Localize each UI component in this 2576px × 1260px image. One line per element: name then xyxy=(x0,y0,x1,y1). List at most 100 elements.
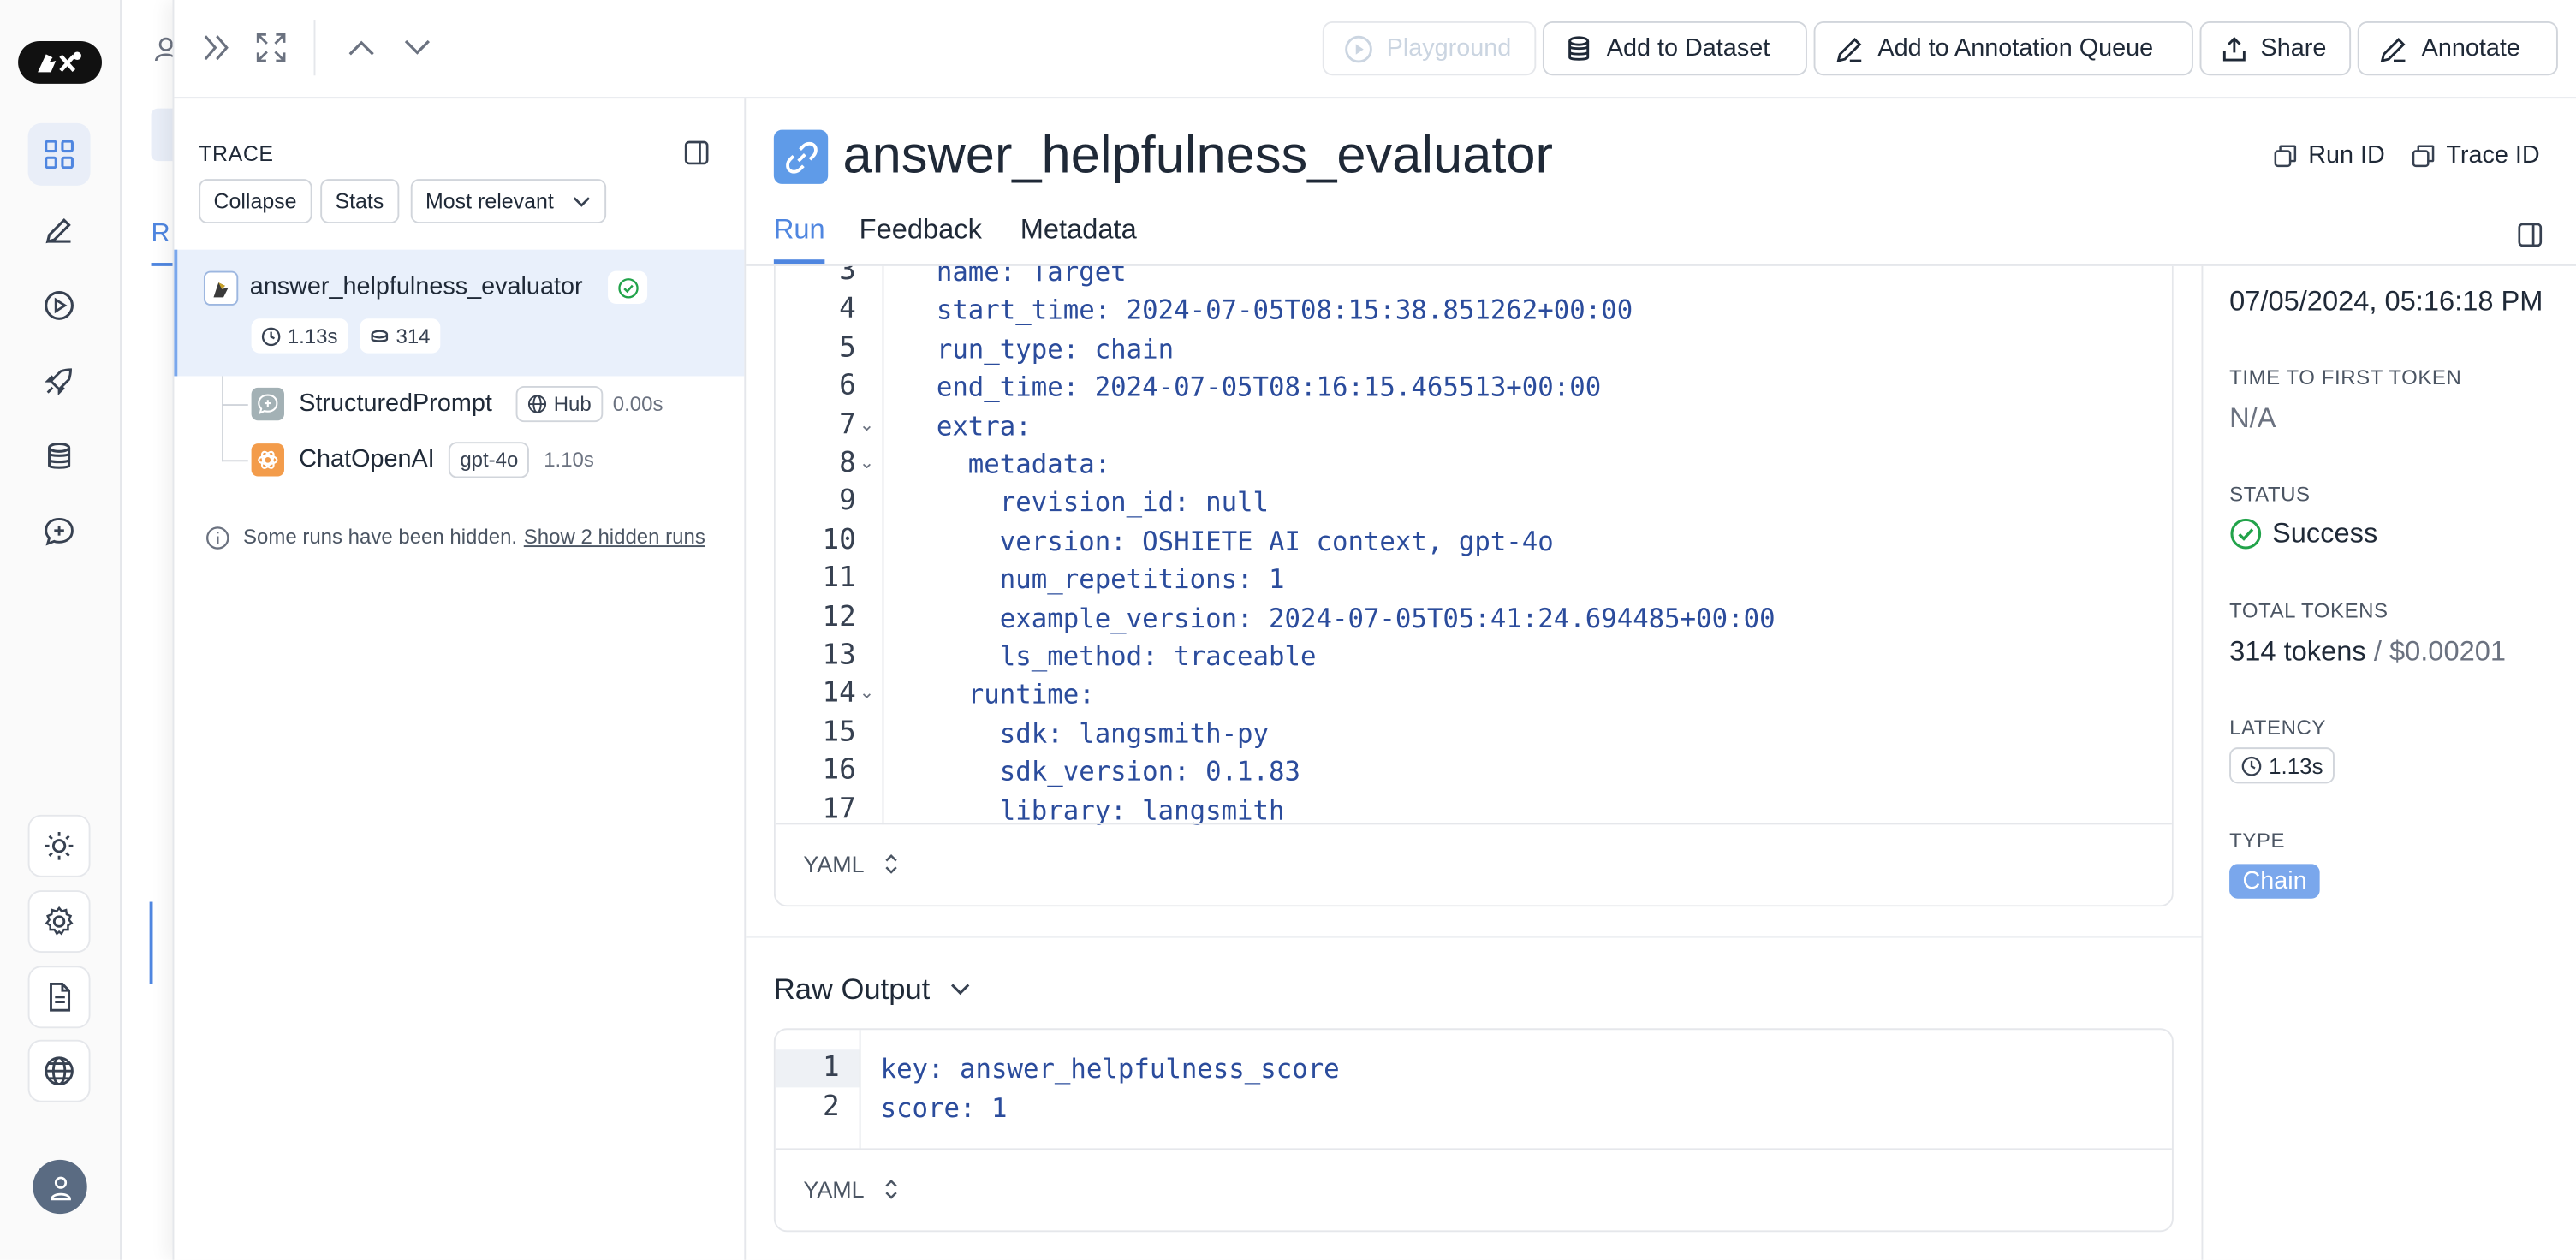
line-number: 4 xyxy=(839,293,856,326)
input-format-select[interactable]: YAML xyxy=(803,851,898,877)
status-value: Success xyxy=(2229,517,2377,550)
code-line: ls_method: traceable xyxy=(936,640,1317,672)
trace-row-root[interactable]: answer_helpfulness_evaluator 1.13s 314 xyxy=(174,249,745,377)
prompts-nav[interactable] xyxy=(28,199,91,261)
tab-run[interactable]: Run xyxy=(774,213,825,246)
type-label: TYPE xyxy=(2229,829,2286,853)
deployments-nav[interactable] xyxy=(28,350,91,413)
trace-row-child[interactable]: ChatOpenAI gpt-4o 1.10s xyxy=(248,438,741,484)
fold-chevron-icon[interactable]: ⌄ xyxy=(860,682,875,704)
openai-icon xyxy=(258,450,278,469)
latency-value: 1.13s xyxy=(2269,752,2323,778)
tree-connector xyxy=(222,404,248,406)
next-run-button[interactable] xyxy=(401,36,433,59)
copy-trace-id-button[interactable]: Trace ID xyxy=(2412,141,2540,169)
add-to-dataset-button[interactable]: Add to Dataset xyxy=(1542,21,1807,76)
line-number: 7 xyxy=(839,408,856,442)
datasets-nav[interactable] xyxy=(28,425,91,488)
code-line: runtime: xyxy=(936,679,1095,710)
child-latency: 0.00s xyxy=(612,392,663,416)
chat-plus-icon xyxy=(258,394,278,415)
background-page: R xyxy=(122,0,177,1260)
fold-chevron-icon[interactable]: ⌄ xyxy=(860,413,875,435)
docs-button[interactable] xyxy=(27,966,91,1029)
user-icon xyxy=(50,1175,70,1200)
settings-button[interactable] xyxy=(27,890,91,954)
type-value: Chain xyxy=(2242,867,2307,895)
add-to-annotation-queue-button[interactable]: Add to Annotation Queue xyxy=(1813,21,2193,76)
trace-id-label: Trace ID xyxy=(2446,141,2540,169)
dashboard-nav[interactable] xyxy=(27,122,91,186)
chevron-down-icon xyxy=(573,196,590,206)
code-line: revision_id: null xyxy=(936,486,1270,519)
raw-output-toggle[interactable]: Raw Output xyxy=(774,972,971,1007)
add-to-annotation-queue-label: Add to Annotation Queue xyxy=(1877,34,2154,62)
annotation-nav[interactable] xyxy=(28,501,91,563)
line-number: 13 xyxy=(822,639,856,672)
annotate-label: Annotate xyxy=(2421,34,2520,62)
toggle-trace-panel-button[interactable] xyxy=(683,140,710,166)
parrot-tools-icon xyxy=(37,51,81,73)
run-drawer: Playground Add to Dataset Add to Annotat… xyxy=(172,0,2576,1260)
code-line: example_version: 2024-07-05T05:41:24.694… xyxy=(936,602,1776,633)
output-code-block[interactable]: 1 key: answer_helpfulness_score 2 score: 1 … xyxy=(773,1028,2174,1233)
globe-icon xyxy=(527,395,547,413)
previous-run-button[interactable] xyxy=(345,36,378,59)
ttft-label: TIME TO FIRST TOKEN xyxy=(2229,366,2462,389)
copy-run-id-button[interactable]: Run ID xyxy=(2274,141,2385,169)
tree-connector xyxy=(222,460,248,462)
stats-label: Stats xyxy=(335,188,384,214)
line-number: 15 xyxy=(822,716,856,749)
trace-row-child[interactable]: StructuredPrompt Hub 0.00s xyxy=(248,383,741,429)
tab-metadata[interactable]: Metadata xyxy=(1020,213,1137,246)
coins-icon xyxy=(371,329,389,342)
run-title: answer_helpfulness_evaluator xyxy=(842,124,1554,184)
line-number: 3 xyxy=(839,265,856,288)
playground-button[interactable]: Playground xyxy=(1322,21,1537,76)
output-format-select[interactable]: YAML xyxy=(803,1176,898,1203)
sort-select[interactable]: Most relevant xyxy=(410,179,607,223)
collapse-label: Collapse xyxy=(213,188,297,214)
status-text: Success xyxy=(2271,517,2378,549)
chat-plus-icon xyxy=(45,517,74,546)
share-button[interactable]: Share xyxy=(2199,21,2352,76)
left-rail xyxy=(0,0,122,1260)
app-logo[interactable] xyxy=(18,40,102,84)
prompt-run-icon xyxy=(251,387,284,421)
code-line: sdk: langsmith-py xyxy=(936,717,1270,749)
child-latency: 1.10s xyxy=(544,448,594,472)
code-line: version: OSHIETE AI context, gpt-4o xyxy=(936,525,1554,557)
avatar[interactable] xyxy=(33,1159,87,1215)
theme-toggle[interactable] xyxy=(27,814,91,877)
input-code-block[interactable]: 3 name: Target 4 start_time: 2024-07-05T08:… xyxy=(773,265,2174,907)
fold-chevron-icon[interactable]: ⌄ xyxy=(860,452,875,473)
collapse-drawer-button[interactable] xyxy=(200,30,233,66)
code-line: num_repetitions: 1 xyxy=(936,563,1285,596)
tab-feedback[interactable]: Feedback xyxy=(860,213,982,246)
details-divider xyxy=(2201,265,2204,1260)
playground-nav[interactable] xyxy=(28,274,91,336)
collapse-button[interactable]: Collapse xyxy=(199,179,312,223)
toggle-details-panel-button[interactable] xyxy=(2517,222,2543,248)
share-label: Share xyxy=(2260,34,2327,62)
success-badge xyxy=(608,270,648,305)
input-format-label: YAML xyxy=(803,851,865,877)
annotate-button[interactable]: Annotate xyxy=(2357,21,2558,76)
hidden-runs-note: Some runs have been hidden. Show 2 hidde… xyxy=(205,520,740,553)
tokens-count: 314 tokens xyxy=(2229,635,2366,668)
model-tag-label: gpt-4o xyxy=(460,448,519,472)
expand-button[interactable] xyxy=(256,33,286,62)
line-number: 16 xyxy=(822,754,856,788)
language-button[interactable] xyxy=(27,1039,91,1102)
root-tokens-chip: 314 xyxy=(360,318,441,354)
link-icon xyxy=(785,140,817,173)
code-line: sdk_version: 0.1.83 xyxy=(936,756,1301,788)
chevron-down-icon xyxy=(404,39,431,55)
stats-button[interactable]: Stats xyxy=(320,179,399,223)
toolbar-divider xyxy=(313,20,316,76)
show-hidden-runs-link[interactable]: Show 2 hidden runs xyxy=(524,526,705,549)
type-badge: Chain xyxy=(2229,864,2321,899)
copy-icon xyxy=(2274,144,2297,167)
drawer-toolbar: Playground Add to Dataset Add to Annotat… xyxy=(174,0,2576,99)
check-circle-icon xyxy=(2230,518,2262,550)
